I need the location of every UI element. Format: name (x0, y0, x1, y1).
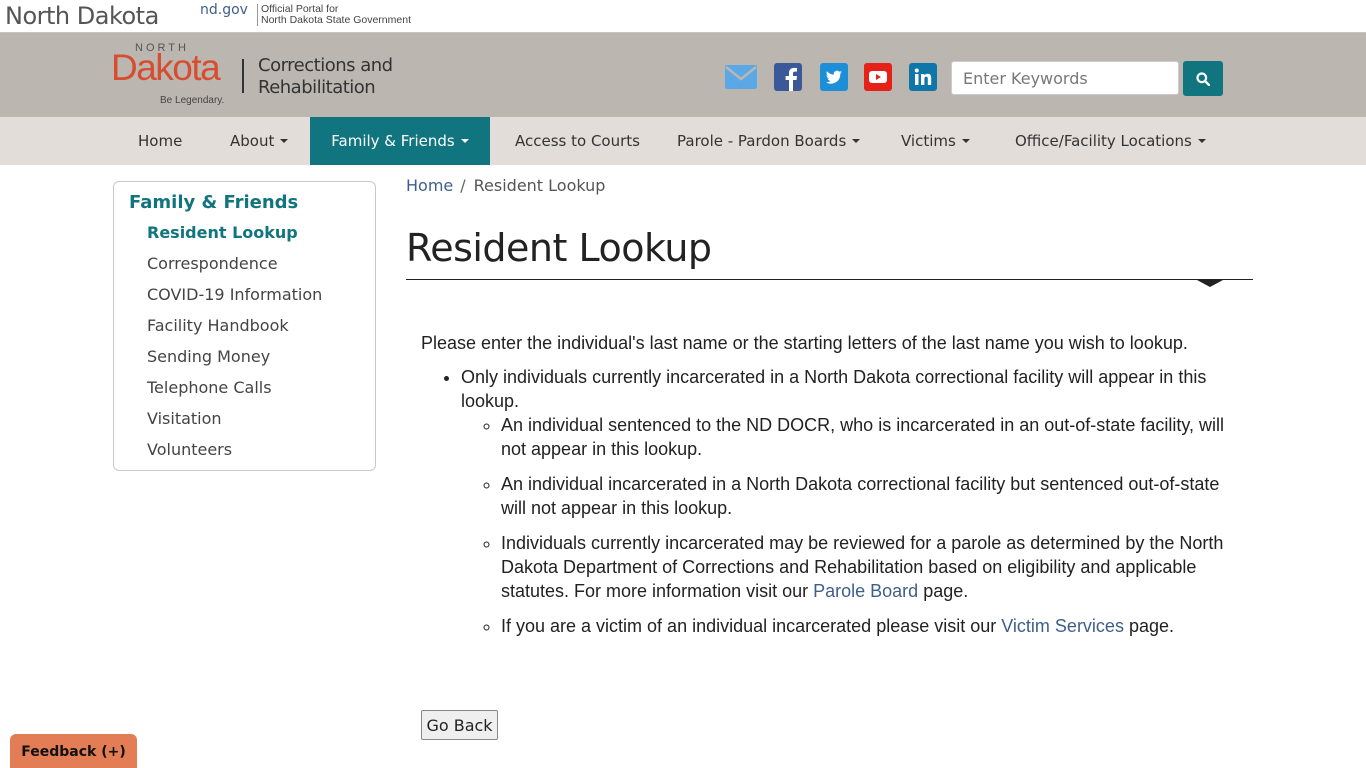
department-line-1: Corrections and (258, 55, 393, 76)
main-nav: Home About Family & Friends Access to Co… (0, 117, 1366, 165)
nav-parole-pardon-boards[interactable]: Parole - Pardon Boards (677, 117, 861, 165)
portal-line-2: North Dakota State Government (261, 14, 411, 26)
nav-access-to-courts-label: Access to Courts (515, 132, 640, 150)
logo-tagline: Be Legendary. (160, 95, 225, 106)
page-title: Resident Lookup (406, 226, 712, 270)
state-name[interactable]: North Dakota (5, 2, 159, 30)
sub4-text-end: page. (1123, 616, 1174, 636)
caret-down-icon (1197, 139, 1206, 143)
linkedin-icon[interactable] (907, 62, 939, 92)
sidebar-item-correspondence[interactable]: Correspondence (147, 254, 278, 273)
victim-services-link[interactable]: Victim Services (1001, 616, 1124, 636)
sidebar: Family & Friends Resident Lookup Corresp… (113, 181, 376, 471)
sidebar-item-facility-handbook[interactable]: Facility Handbook (147, 316, 289, 335)
nav-victims[interactable]: Victims (901, 117, 970, 165)
intro-text: Please enter the individual's last name … (421, 333, 1188, 353)
parole-board-link[interactable]: Parole Board (813, 581, 918, 601)
sub-list: An individual sentenced to the ND DOCR, … (461, 413, 1241, 638)
search-icon (1196, 71, 1210, 86)
facebook-icon[interactable] (772, 62, 804, 92)
nav-family-friends-label: Family & Friends (331, 132, 455, 150)
nav-office-facility-locations[interactable]: Office/Facility Locations (1015, 117, 1206, 165)
sub3-text-end: page. (918, 581, 969, 601)
site-header: NORTH Dakota Be Legendary. Corrections a… (0, 33, 1366, 117)
list-item: If you are a victim of an individual inc… (501, 614, 1241, 638)
caret-down-icon (460, 139, 469, 143)
search-input[interactable] (951, 61, 1179, 95)
title-rule (406, 279, 1253, 280)
nav-parole-label: Parole - Pardon Boards (677, 132, 847, 150)
feedback-button[interactable]: Feedback (+) (10, 734, 137, 768)
nav-about-label: About (230, 132, 275, 150)
info-list: Only individuals currently incarcerated … (421, 365, 1241, 638)
sub4-text: If you are a victim of an individual inc… (501, 616, 1002, 636)
nav-home-label: Home (138, 132, 183, 150)
nav-family-friends[interactable]: Family & Friends (310, 117, 490, 165)
ndgov-divider (257, 4, 258, 26)
department-line-2: Rehabilitation (258, 77, 376, 98)
caret-down-icon (961, 139, 970, 143)
sidebar-item-resident-lookup[interactable]: Resident Lookup (147, 223, 298, 242)
sidebar-item-volunteers[interactable]: Volunteers (147, 440, 232, 459)
mail-icon[interactable] (725, 62, 757, 92)
top-strip: North Dakota nd.gov Official Portal for … (0, 0, 1366, 33)
sidebar-item-covid-19[interactable]: COVID-19 Information (147, 285, 322, 304)
main-content: Please enter the individual's last name … (421, 331, 1241, 649)
caret-down-icon (852, 139, 861, 143)
logo-separator (242, 59, 244, 93)
nav-victims-label: Victims (901, 132, 956, 150)
nav-about[interactable]: About (230, 117, 289, 165)
portal-text: Official Portal for North Dakota State G… (261, 4, 411, 26)
title-notch (1197, 280, 1223, 287)
list-item: Individuals currently incarcerated may b… (501, 531, 1241, 603)
breadcrumb-separator: / (460, 176, 466, 195)
breadcrumb-current: Resident Lookup (473, 176, 606, 195)
list-item: Only individuals currently incarcerated … (461, 365, 1241, 638)
sidebar-title[interactable]: Family & Friends (129, 192, 298, 213)
sidebar-item-sending-money[interactable]: Sending Money (147, 347, 270, 366)
sidebar-item-visitation[interactable]: Visitation (147, 409, 222, 428)
breadcrumb: Home / Resident Lookup (406, 176, 605, 195)
bullet-text: Only individuals currently incarcerated … (461, 367, 1207, 411)
search-button[interactable] (1183, 61, 1223, 96)
youtube-icon[interactable] (862, 62, 894, 92)
sidebar-item-telephone-calls[interactable]: Telephone Calls (147, 378, 272, 397)
list-item: An individual sentenced to the ND DOCR, … (501, 413, 1241, 461)
nav-home[interactable]: Home (138, 117, 182, 165)
nav-access-to-courts[interactable]: Access to Courts (515, 117, 640, 165)
go-back-button[interactable]: Go Back (421, 710, 498, 740)
logo-dakota-text[interactable]: Dakota (111, 47, 221, 89)
nav-locations-label: Office/Facility Locations (1015, 132, 1192, 150)
breadcrumb-home[interactable]: Home (406, 176, 453, 195)
department-name[interactable]: Corrections and Rehabilitation (258, 55, 393, 99)
ndgov-logo[interactable]: nd.gov (200, 2, 248, 18)
list-item: An individual incarcerated in a North Da… (501, 472, 1241, 520)
caret-down-icon (280, 139, 289, 143)
twitter-icon[interactable] (818, 62, 850, 92)
